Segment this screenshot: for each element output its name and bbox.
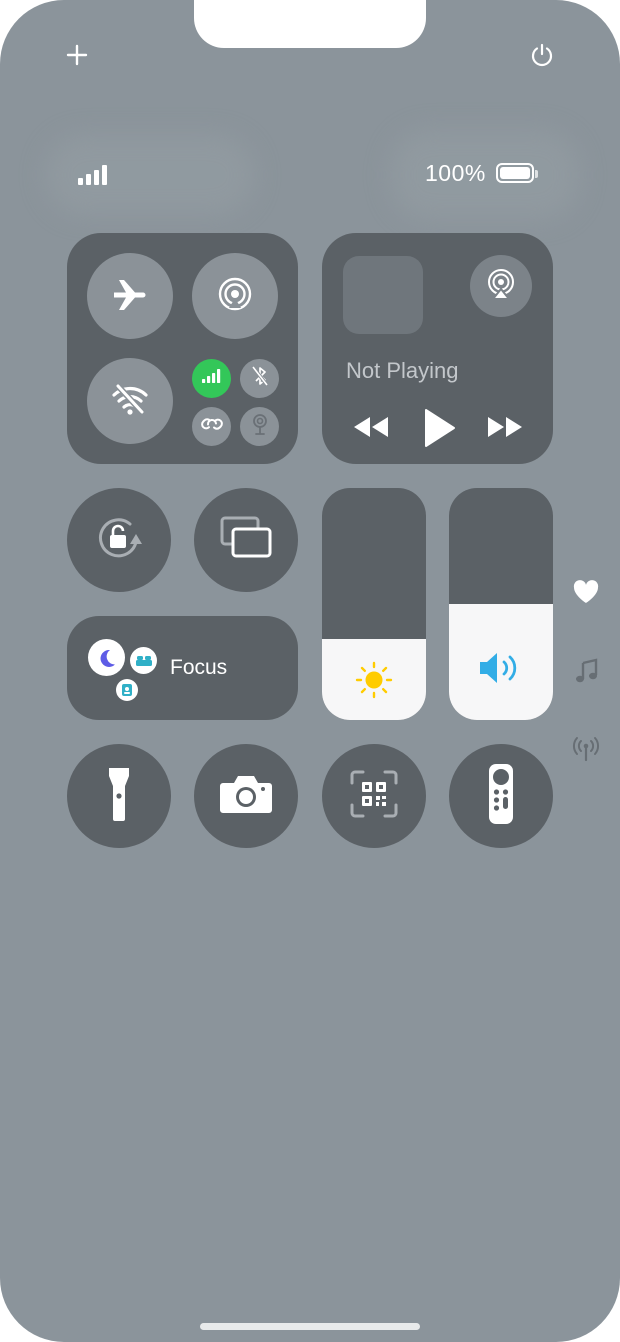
- wifi-off-icon: [109, 378, 151, 425]
- camera-icon: [219, 773, 273, 820]
- airdrop-button[interactable]: [192, 253, 278, 339]
- wifi-button[interactable]: [87, 358, 173, 444]
- code-scanner-button[interactable]: [322, 744, 426, 848]
- fast-forward-icon[interactable]: [486, 413, 524, 441]
- cellular-icon: [201, 368, 223, 389]
- now-playing-title: Not Playing: [346, 358, 459, 383]
- play-icon[interactable]: [422, 408, 456, 448]
- airplay-button[interactable]: [470, 255, 532, 317]
- sun-icon: [322, 640, 426, 720]
- heart-icon[interactable]: [572, 578, 600, 606]
- moon-icon: [88, 639, 125, 676]
- satellite-icon: [248, 412, 272, 441]
- airplay-icon: [484, 267, 518, 306]
- bluetooth-off-icon: [250, 365, 270, 392]
- airdrop-icon: [215, 274, 255, 319]
- orientation-lock-button[interactable]: [67, 488, 171, 592]
- status-backdrop: [45, 135, 255, 215]
- personal-hotspot-button[interactable]: [192, 407, 231, 446]
- music-note-icon[interactable]: [572, 657, 600, 685]
- home-indicator[interactable]: [200, 1323, 420, 1330]
- remote-icon: [488, 763, 514, 830]
- qr-scanner-icon: [349, 769, 399, 824]
- flashlight-button[interactable]: [67, 744, 171, 848]
- rewind-icon[interactable]: [352, 413, 390, 441]
- battery-percent: 100%: [425, 160, 486, 186]
- battery-icon: [496, 163, 538, 183]
- album-artwork: [343, 256, 423, 334]
- camera-button[interactable]: [194, 744, 298, 848]
- airplane-mode-button[interactable]: [87, 253, 173, 339]
- cellular-button[interactable]: [192, 359, 231, 398]
- plus-icon[interactable]: [60, 38, 94, 72]
- apple-tv-remote-button[interactable]: [449, 744, 553, 848]
- control-center: 100% Not Playing Focus: [0, 0, 620, 1342]
- power-icon[interactable]: [525, 38, 559, 72]
- volume-slider[interactable]: [449, 488, 553, 720]
- speaker-icon: [449, 616, 553, 720]
- focus-label: Focus: [170, 656, 228, 679]
- screen-mirroring-icon: [219, 515, 273, 566]
- badge-icon: [116, 679, 138, 701]
- bluetooth-button[interactable]: [240, 359, 279, 398]
- link-icon: [200, 412, 224, 441]
- notch: [194, 0, 426, 48]
- satellite-button[interactable]: [240, 407, 279, 446]
- brightness-slider[interactable]: [322, 488, 426, 720]
- airplane-icon: [110, 274, 150, 319]
- rotation-lock-icon: [90, 509, 148, 572]
- antenna-icon[interactable]: [572, 735, 600, 763]
- bed-icon: [130, 647, 157, 674]
- cellular-signal-icon: [78, 163, 107, 185]
- flashlight-icon: [107, 766, 131, 827]
- screen-mirroring-button[interactable]: [194, 488, 298, 592]
